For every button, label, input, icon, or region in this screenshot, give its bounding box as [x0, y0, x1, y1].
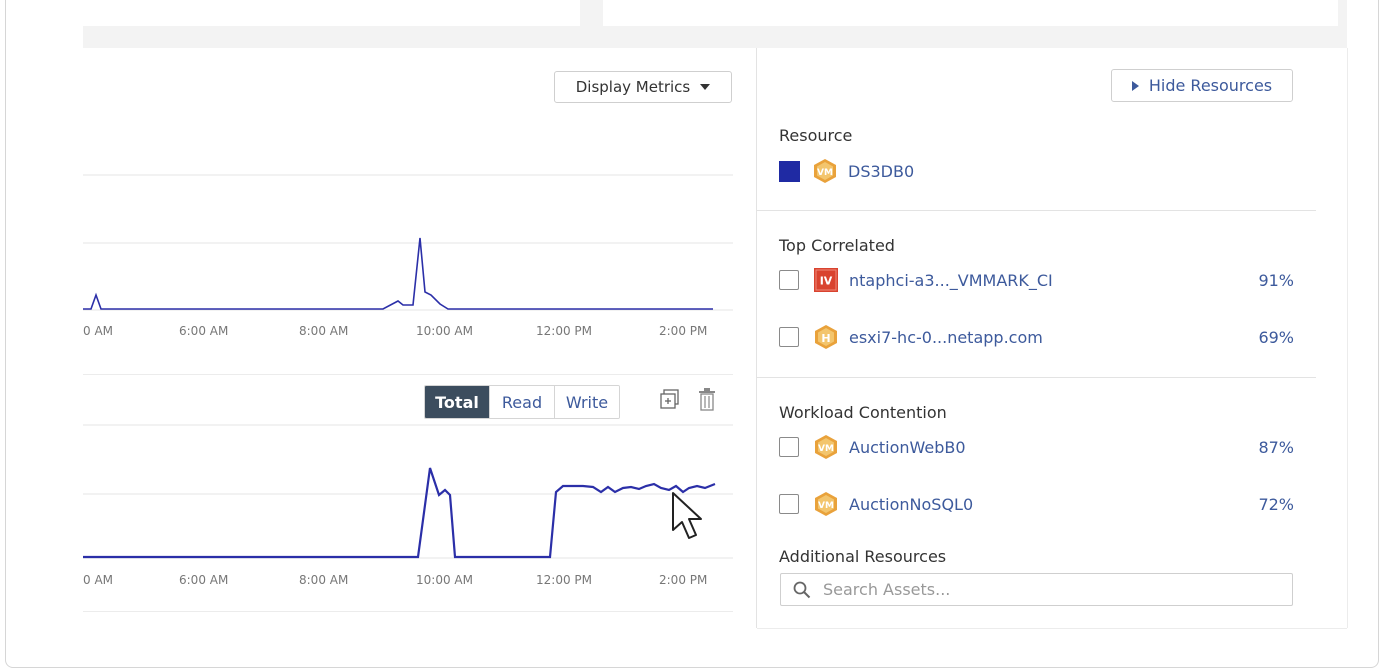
x-tick-label: 0 AM: [83, 324, 113, 338]
section-divider: [757, 210, 1316, 211]
caret-down-icon: [700, 84, 711, 90]
x-tick-label: 2:00 PM: [659, 324, 707, 338]
display-metrics-dropdown[interactable]: Display Metrics: [554, 71, 732, 103]
x-tick-label: 12:00 PM: [536, 324, 592, 338]
vm-icon: VM: [815, 492, 837, 516]
metric-chart-bottom: 0 AM 6:00 AM 8:00 AM 10:00 AM 12:00 PM 2…: [83, 424, 733, 587]
panel-edge: [1347, 48, 1348, 628]
mouse-cursor-icon: [672, 492, 702, 539]
svg-text:VM: VM: [818, 501, 834, 511]
contention-row: VM AuctionNoSQL0 72%: [779, 491, 1294, 517]
section-divider: [757, 377, 1316, 378]
workload-contention-title: Workload Contention: [779, 403, 947, 422]
checkbox[interactable]: [779, 327, 799, 347]
contention-percent: 87%: [1258, 437, 1294, 457]
svg-text:VM: VM: [818, 444, 834, 454]
trash-icon[interactable]: [697, 388, 717, 412]
x-tick-label: 0 AM: [83, 573, 113, 587]
top-card-left: [83, 0, 580, 26]
top-strip: [83, 0, 1347, 48]
iv-icon: IV: [814, 268, 838, 292]
segment-read[interactable]: Read: [489, 386, 554, 418]
checkbox[interactable]: [779, 270, 799, 290]
series-line: [83, 467, 716, 559]
segment-total[interactable]: Total: [425, 386, 489, 418]
chart-bottom-border: [83, 611, 733, 612]
x-tick-label: 2:00 PM: [659, 573, 707, 587]
correlated-link[interactable]: esxi7-hc-0...netapp.com: [849, 328, 1258, 347]
svg-text:VM: VM: [817, 168, 833, 178]
resource-section-title: Resource: [779, 126, 853, 145]
x-tick-label: 10:00 AM: [416, 324, 473, 338]
search-assets-box: [780, 573, 1293, 606]
x-tick-label: 12:00 PM: [536, 573, 592, 587]
search-icon: [793, 581, 811, 598]
svg-text:H: H: [821, 332, 830, 345]
x-tick-label: 10:00 AM: [416, 573, 473, 587]
top-card-right: [603, 0, 1338, 26]
play-icon: [1131, 80, 1139, 91]
hide-resources-label: Hide Resources: [1148, 76, 1273, 95]
metric-type-segment: Total Read Write: [424, 385, 620, 419]
vm-icon: VM: [815, 435, 837, 459]
resource-row: VM DS3DB0: [779, 158, 1294, 184]
correlation-percent: 91%: [1258, 270, 1294, 290]
svg-text:IV: IV: [820, 275, 833, 288]
metric-chart-top: 0 AM 6:00 AM 8:00 AM 10:00 AM 12:00 PM 2…: [83, 174, 733, 338]
resource-link[interactable]: DS3DB0: [848, 162, 1294, 181]
correlation-percent: 69%: [1258, 327, 1294, 347]
checkbox[interactable]: [779, 437, 799, 457]
correlated-link[interactable]: ntaphci-a3..._VMMARK_CI: [849, 271, 1258, 290]
vm-icon: VM: [814, 159, 836, 183]
contention-link[interactable]: AuctionNoSQL0: [849, 495, 1258, 514]
hide-resources-button[interactable]: Hide Resources: [1111, 69, 1293, 102]
top-correlated-title: Top Correlated: [779, 236, 895, 255]
checkbox[interactable]: [779, 494, 799, 514]
x-tick-label: 6:00 AM: [179, 573, 228, 587]
segment-write[interactable]: Write: [554, 386, 619, 418]
x-tick-label: 8:00 AM: [299, 324, 348, 338]
series-line: [83, 237, 713, 310]
display-metrics-label: Display Metrics: [575, 78, 691, 96]
search-assets-input[interactable]: [821, 579, 1265, 600]
panel-bottom-border: [757, 628, 1347, 629]
contention-link[interactable]: AuctionWebB0: [849, 438, 1258, 457]
expand-chart-icon[interactable]: [660, 388, 682, 410]
correlated-row: H esxi7-hc-0...netapp.com 69%: [779, 324, 1294, 350]
x-tick-label: 8:00 AM: [299, 573, 348, 587]
chart-separator: [83, 374, 733, 375]
contention-percent: 72%: [1258, 494, 1294, 514]
contention-row: VM AuctionWebB0 87%: [779, 434, 1294, 460]
correlated-row: IV ntaphci-a3..._VMMARK_CI 91%: [779, 267, 1294, 293]
x-tick-label: 6:00 AM: [179, 324, 228, 338]
series-color-swatch: [779, 160, 800, 182]
host-icon: H: [815, 325, 837, 349]
additional-resources-title: Additional Resources: [779, 547, 947, 566]
